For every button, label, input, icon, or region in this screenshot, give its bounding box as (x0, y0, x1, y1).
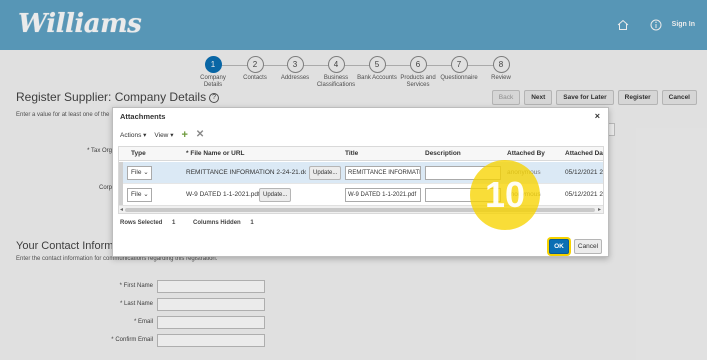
row-selector[interactable] (119, 184, 123, 206)
type-select[interactable]: File ⌄ (127, 166, 152, 180)
attachments-toolbar: Actions ▾ View ▾ + ✕ (120, 130, 204, 141)
attached-date-cell: 05/12/2021 2 (565, 191, 603, 198)
title-input[interactable]: W-9 DATED 1-1-2021.pdf (345, 188, 421, 202)
dialog-cancel-button[interactable]: Cancel (574, 239, 602, 254)
dialog-title: Attachments (120, 112, 166, 121)
column-file-name[interactable]: * File Name or URL (186, 150, 245, 157)
step-badge: 10 (470, 160, 540, 230)
scroll-right-icon[interactable]: ▸ (598, 206, 601, 213)
file-name-cell: W-9 DATED 1-1-2021.pdf (186, 191, 260, 198)
scroll-left-icon[interactable]: ◂ (120, 206, 123, 213)
ok-button[interactable]: OK (549, 239, 569, 254)
file-name-cell: REMITTANCE INFORMATION 2-24-21.docx (186, 169, 306, 176)
add-icon[interactable]: + (181, 130, 187, 141)
table-header: Type * File Name or URL Title Descriptio… (119, 147, 603, 161)
attached-date-cell: 05/12/2021 2 (565, 169, 603, 176)
row-selector[interactable] (119, 162, 123, 184)
step-number: 10 (484, 174, 526, 215)
title-input[interactable]: REMITTANCE INFORMATION (345, 166, 421, 180)
update-button[interactable]: Update... (309, 166, 342, 180)
actions-menu[interactable]: Actions ▾ (120, 131, 146, 139)
close-icon[interactable]: × (595, 111, 600, 121)
type-select[interactable]: File ⌄ (127, 188, 152, 202)
view-menu[interactable]: View ▾ (154, 131, 173, 139)
delete-icon[interactable]: ✕ (196, 130, 204, 140)
update-button[interactable]: Update... (259, 188, 292, 202)
rows-selected-status: Rows Selected 1 (120, 220, 176, 226)
column-attached-by[interactable]: Attached By (507, 150, 545, 157)
columns-hidden-status: Columns Hidden 1 (193, 220, 254, 226)
column-type[interactable]: Type (131, 150, 146, 157)
table-status: Rows Selected 1 Columns Hidden 1 (120, 220, 270, 226)
column-description[interactable]: Description (425, 150, 461, 157)
column-title[interactable]: Title (345, 150, 358, 157)
column-attached-date[interactable]: Attached Da (565, 150, 603, 157)
